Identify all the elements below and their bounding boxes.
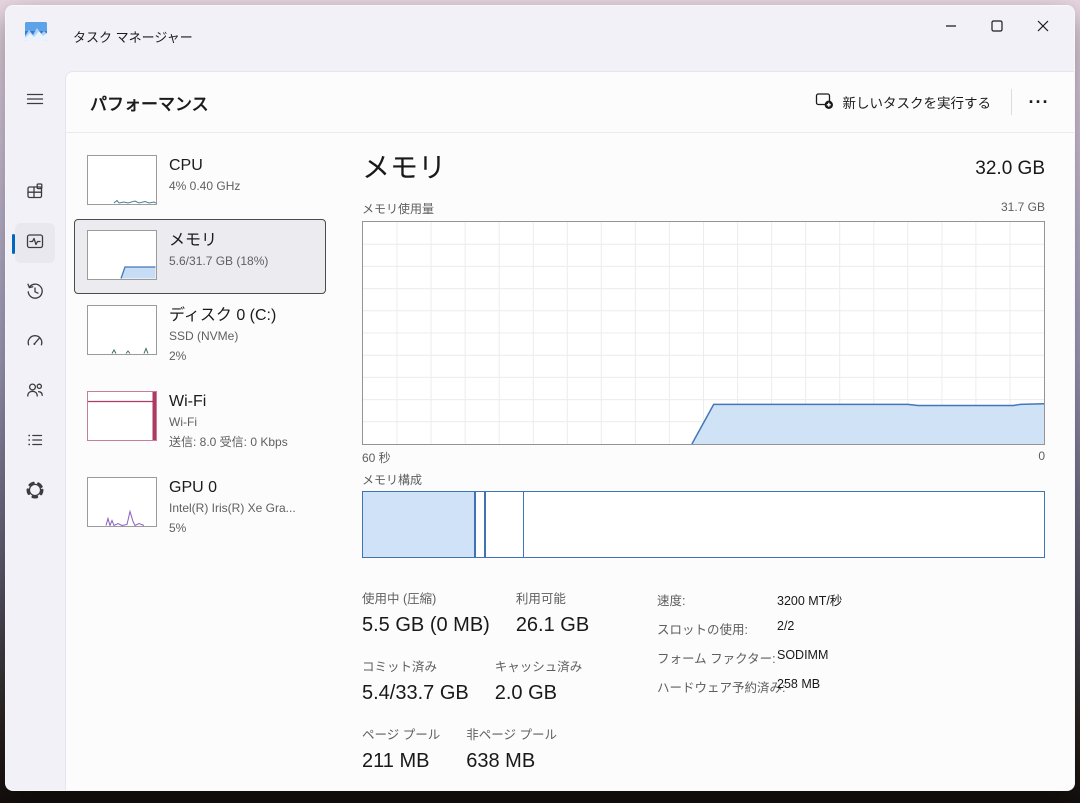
speedometer-icon [25,330,45,355]
wifi-mini-chart [87,391,157,441]
sidebar-item-processes[interactable] [15,173,55,213]
history-clock-icon [25,281,45,306]
hamburger-icon [25,89,45,114]
sidebar-item-details[interactable] [15,422,55,462]
list-item-subtext: SSD (NVMe) [169,326,276,346]
list-item-disk[interactable]: ディスク 0 (C:) SSD (NVMe) 2% [74,294,326,380]
page-title: パフォーマンス [90,90,209,115]
maximize-button[interactable] [974,9,1020,43]
minimize-button[interactable] [928,9,974,43]
detail-hardware-reserved: ハードウェア予約済み: 258 MB [657,677,842,696]
detail-form-factor: フォーム ファクター: SODIMM [657,648,842,667]
list-item-title: CPU [169,155,240,176]
axis-right-label: 0 [1038,449,1045,466]
list-item-wifi[interactable]: Wi-Fi Wi-Fi 送信: 8.0 受信: 0 Kbps [74,380,326,466]
stat-cached: キャッシュ済み 2.0 GB [495,656,583,705]
composition-standby-divider [523,492,524,557]
selected-indicator [12,234,15,254]
sidebar-item-app-history[interactable] [15,273,55,313]
list-item-cpu[interactable]: CPU 4% 0.40 GHz [74,144,326,219]
usage-chart-label: メモリ使用量 [362,200,434,217]
usage-chart-max: 31.7 GB [1001,200,1045,214]
detail-slots-used: スロットの使用: 2/2 [657,619,842,638]
main-card: パフォーマンス 新しいタスクを実行する ··· [65,71,1074,790]
list-item-subtext: 5% [169,518,296,538]
list-item-gpu[interactable]: GPU 0 Intel(R) Iris(R) Xe Gra... 5% [74,466,326,552]
titlebar: タスク マネージャー [6,6,1074,50]
task-manager-logo-icon [25,22,47,41]
memory-composition-bar [362,491,1045,558]
memory-total-capacity: 32.0 GB [975,158,1045,180]
task-manager-window: タスク マネージャー [5,5,1075,791]
menu-button[interactable] [15,81,55,121]
list-item-subtext: 4% 0.40 GHz [169,176,240,196]
stat-non-paged-pool: 非ページ プール 638 MB [466,724,557,773]
gpu-mini-chart [87,477,157,527]
list-item-subtext: 5.6/31.7 GB (18%) [169,251,268,271]
window-title: タスク マネージャー [73,27,193,46]
disk-mini-chart [87,305,157,355]
composition-in-use-segment [363,492,476,557]
users-icon [25,380,45,405]
memory-title: メモリ [362,146,446,186]
sidebar-item-services[interactable] [15,472,55,512]
sidebar-item-users[interactable] [15,372,55,412]
memory-details: 速度: 3200 MT/秒 スロットの使用: 2/2 フォーム ファクター: S… [657,590,842,706]
memory-panel: メモリ 32.0 GB メモリ使用量 31.7 GB 60 秒 0 メモリ構成 [362,72,1045,791]
stat-paged-pool: ページ プール 211 MB [362,724,440,773]
processes-icon [25,181,45,206]
list-item-subtext: 送信: 8.0 受信: 0 Kbps [169,432,288,452]
stat-in-use: 使用中 (圧縮) 5.5 GB (0 MB) [362,588,490,637]
cpu-mini-chart [87,155,157,205]
memory-mini-chart [87,230,157,280]
list-item-title: メモリ [169,230,268,251]
memory-stats: 使用中 (圧縮) 5.5 GB (0 MB) 利用可能 26.1 GB コミット… [362,588,652,791]
memory-usage-chart-svg [363,222,1044,444]
axis-left-label: 60 秒 [362,449,391,466]
list-item-subtext: Wi-Fi [169,412,288,432]
list-item-title: GPU 0 [169,477,296,498]
composition-label: メモリ構成 [362,471,422,488]
close-button[interactable] [1020,9,1066,43]
list-item-memory[interactable]: メモリ 5.6/31.7 GB (18%) [74,219,326,294]
list-item-subtext: Intel(R) Iris(R) Xe Gra... [169,498,296,518]
list-item-title: Wi-Fi [169,391,288,412]
chart-time-axis: 60 秒 0 [362,449,1045,466]
sidebar [6,50,65,790]
composition-modified-divider [484,492,486,557]
performance-icon [25,231,45,256]
detail-speed: 速度: 3200 MT/秒 [657,590,842,609]
details-list-icon [25,430,45,455]
services-cog-icon [25,480,45,505]
memory-usage-chart [362,221,1045,445]
performance-list: CPU 4% 0.40 GHz メモリ 5.6/31.7 GB (18%) [74,144,326,552]
sidebar-item-startup-apps[interactable] [15,322,55,362]
list-item-subtext: 2% [169,346,276,366]
stat-committed: コミット済み 5.4/33.7 GB [362,656,469,705]
sidebar-item-performance[interactable] [15,223,55,263]
list-item-title: ディスク 0 (C:) [169,305,276,326]
stat-available: 利用可能 26.1 GB [516,588,589,637]
